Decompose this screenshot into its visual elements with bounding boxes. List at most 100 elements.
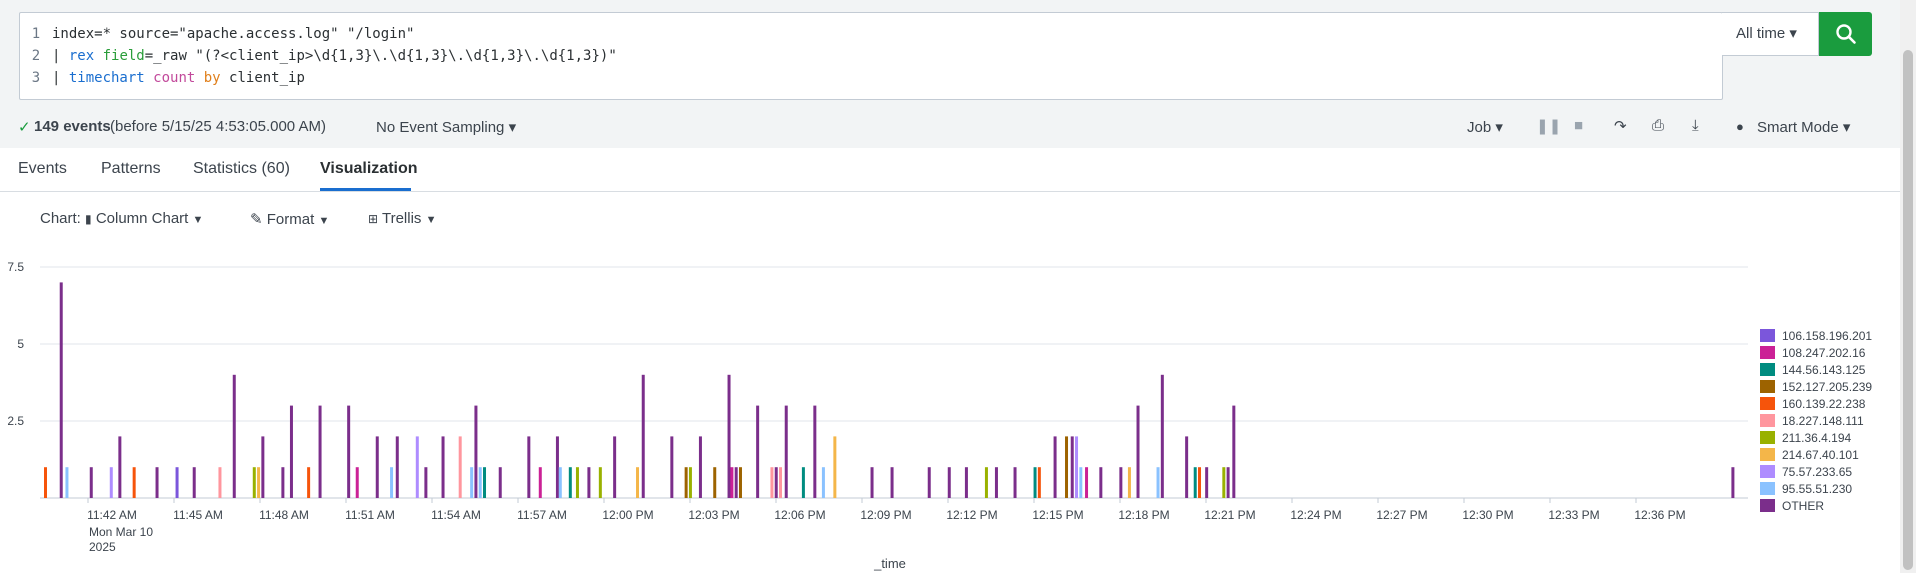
legend-item[interactable]: 214.67.40.101 — [1782, 448, 1859, 462]
bar-18.227.148.111[interactable] — [779, 467, 783, 498]
bar-OTHER[interactable] — [947, 467, 951, 498]
bar-18.227.148.111[interactable] — [218, 467, 222, 498]
bar-OTHER[interactable] — [927, 467, 931, 498]
bar-152.127.205.239[interactable] — [1065, 436, 1069, 498]
bar-160.139.22.238[interactable] — [1037, 467, 1041, 498]
bar-144.56.143.125[interactable] — [483, 467, 487, 498]
bar-95.55.51.230[interactable] — [390, 467, 394, 498]
search-query-editor[interactable]: 1 index=* source="apache.access.log" "/lo… — [19, 12, 1723, 100]
bar-OTHER[interactable] — [527, 436, 531, 498]
bar-OTHER[interactable] — [994, 467, 998, 498]
time-range-picker[interactable]: All time ▾ — [1722, 12, 1819, 56]
bar-OTHER[interactable] — [890, 467, 894, 498]
bar-OTHER[interactable] — [1136, 405, 1140, 498]
bar-144.56.143.125[interactable] — [1033, 467, 1037, 498]
bar-OTHER[interactable] — [318, 405, 322, 498]
bar-OTHER[interactable] — [375, 436, 379, 498]
bar-OTHER[interactable] — [964, 467, 968, 498]
bar-95.55.51.230[interactable] — [558, 467, 562, 498]
bar-OTHER[interactable] — [118, 436, 122, 498]
bar-OTHER[interactable] — [870, 467, 874, 498]
export-icon[interactable]: ⤓ — [1692, 117, 1699, 134]
event-sampling-dropdown[interactable]: No Event Sampling ▾ — [376, 118, 516, 136]
bar-95.55.51.230[interactable] — [470, 467, 474, 498]
bar-OTHER[interactable] — [261, 436, 265, 498]
bar-OTHER[interactable] — [289, 405, 293, 498]
bar-OTHER[interactable] — [641, 374, 645, 498]
bar-OTHER[interactable] — [441, 436, 445, 498]
bar-OTHER[interactable] — [756, 405, 760, 498]
bar-OTHER[interactable] — [813, 405, 817, 498]
bar-OTHER[interactable] — [192, 467, 196, 498]
legend-item[interactable]: 144.56.143.125 — [1782, 363, 1866, 377]
bar-OTHER[interactable] — [1731, 467, 1735, 498]
legend-item[interactable]: 160.139.22.238 — [1782, 397, 1866, 411]
bar-211.36.4.194[interactable] — [984, 467, 988, 498]
legend-item[interactable]: 18.227.148.111 — [1782, 414, 1864, 428]
print-icon[interactable]: ⎙ — [1652, 117, 1664, 134]
bar-152.127.205.239[interactable] — [738, 467, 742, 498]
bar-106.158.196.201[interactable] — [175, 467, 179, 498]
bar-OTHER[interactable] — [1070, 436, 1074, 498]
bar-OTHER[interactable] — [727, 374, 731, 498]
bar-18.227.148.111[interactable] — [770, 467, 774, 498]
bar-75.57.233.65[interactable] — [109, 467, 113, 498]
bar-214.67.40.101[interactable] — [833, 436, 837, 498]
bar-108.247.202.16[interactable] — [1085, 467, 1089, 498]
stop-icon[interactable]: ■ — [1574, 117, 1583, 134]
bar-144.56.143.125[interactable] — [568, 467, 572, 498]
page-scrollbar[interactable] — [1900, 0, 1916, 573]
bar-214.67.40.101[interactable] — [1127, 467, 1131, 498]
bar-108.247.202.16[interactable] — [730, 467, 734, 498]
bar-214.67.40.101[interactable] — [257, 467, 261, 498]
bar-144.56.143.125[interactable] — [1193, 467, 1197, 498]
bar-OTHER[interactable] — [1099, 467, 1103, 498]
bar-160.139.22.238[interactable] — [1198, 467, 1202, 498]
bar-18.227.148.111[interactable] — [458, 436, 462, 498]
bar-108.247.202.16[interactable] — [538, 467, 542, 498]
tab-visualization[interactable]: Visualization — [320, 160, 418, 178]
bar-OTHER[interactable] — [734, 467, 738, 498]
bar-OTHER[interactable] — [232, 374, 236, 498]
bar-OTHER[interactable] — [1185, 436, 1189, 498]
bar-OTHER[interactable] — [670, 436, 674, 498]
job-menu[interactable]: Job ▾ — [1467, 118, 1503, 136]
bar-160.139.22.238[interactable] — [44, 467, 47, 498]
tab-statistics[interactable]: Statistics (60) — [193, 160, 290, 178]
bar-211.36.4.194[interactable] — [598, 467, 602, 498]
share-icon[interactable]: ↷ — [1614, 117, 1627, 135]
tab-patterns[interactable]: Patterns — [101, 160, 161, 178]
bar-OTHER[interactable] — [1053, 436, 1057, 498]
bar-95.55.51.230[interactable] — [1079, 467, 1083, 498]
bar-OTHER[interactable] — [155, 467, 159, 498]
bar-95.55.51.230[interactable] — [821, 467, 825, 498]
events-count[interactable]: 149 events — [34, 118, 111, 135]
bar-211.36.4.194[interactable] — [1222, 467, 1226, 498]
bar-108.247.202.16[interactable] — [355, 467, 359, 498]
scrollbar-thumb[interactable] — [1903, 50, 1913, 570]
bar-211.36.4.194[interactable] — [688, 467, 692, 498]
bar-144.56.143.125[interactable] — [801, 467, 805, 498]
bar-OTHER[interactable] — [395, 436, 399, 498]
bar-152.127.205.239[interactable] — [713, 467, 717, 498]
bar-95.55.51.230[interactable] — [1156, 467, 1160, 498]
bar-211.36.4.194[interactable] — [575, 467, 579, 498]
bar-OTHER[interactable] — [1160, 374, 1164, 498]
bar-OTHER[interactable] — [281, 467, 285, 498]
bar-160.139.22.238[interactable] — [307, 467, 311, 498]
bar-OTHER[interactable] — [424, 467, 428, 498]
tab-events[interactable]: Events — [18, 160, 67, 178]
bar-OTHER[interactable] — [555, 436, 559, 498]
bar-95.55.51.230[interactable] — [478, 467, 482, 498]
bar-OTHER[interactable] — [698, 436, 702, 498]
bar-OTHER[interactable] — [1205, 467, 1209, 498]
bar-152.127.205.239[interactable] — [684, 467, 688, 498]
legend-item[interactable]: 152.127.205.239 — [1782, 380, 1872, 394]
bar-OTHER[interactable] — [1226, 467, 1230, 498]
legend-item[interactable]: 95.55.51.230 — [1782, 482, 1852, 496]
bar-160.139.22.238[interactable] — [132, 467, 136, 498]
bar-OTHER[interactable] — [774, 467, 778, 498]
bar-OTHER[interactable] — [59, 282, 63, 498]
bar-OTHER[interactable] — [613, 436, 617, 498]
legend-item[interactable]: 108.247.202.16 — [1782, 346, 1866, 360]
